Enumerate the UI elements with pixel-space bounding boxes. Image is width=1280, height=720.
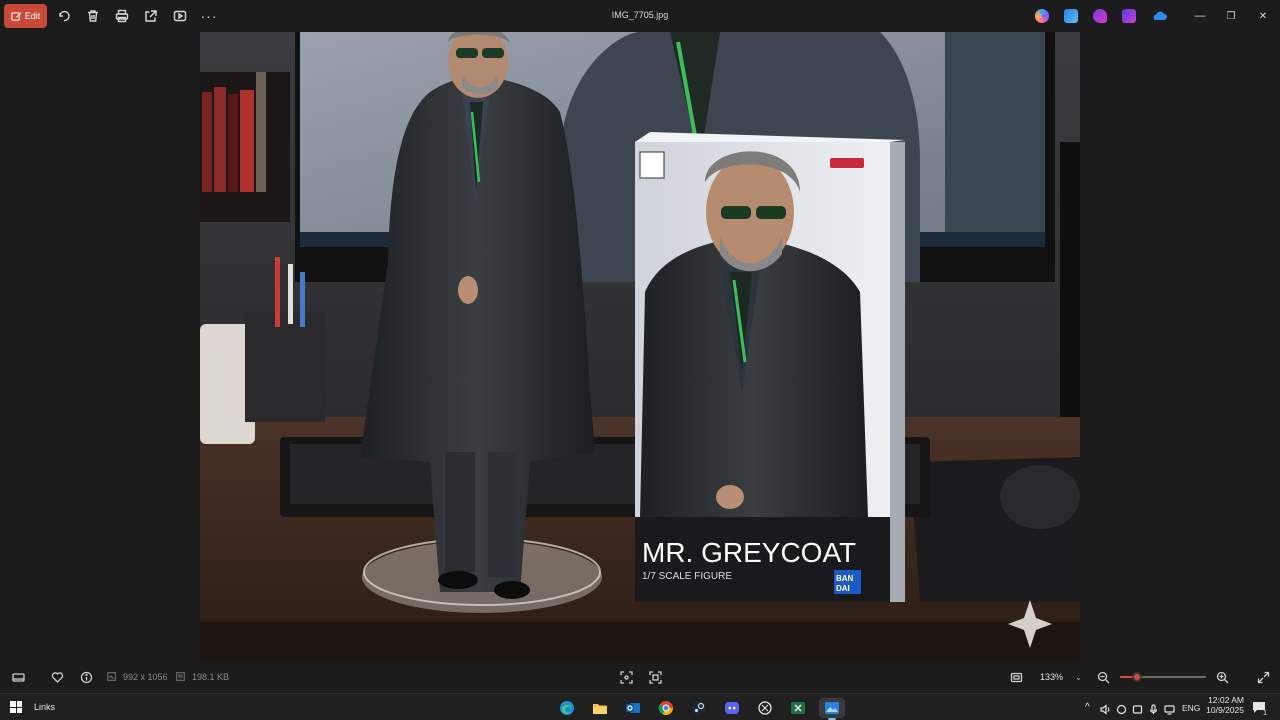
steam-icon[interactable] (689, 698, 709, 718)
share-icon[interactable] (143, 8, 159, 24)
minimize-button[interactable]: — (1190, 6, 1210, 26)
more-icon[interactable]: ··· (201, 8, 217, 24)
expand-icon[interactable] (1256, 670, 1270, 684)
outlook-icon[interactable] (623, 698, 643, 718)
maximize-glyph: ❐ (1226, 10, 1236, 22)
rotate-icon[interactable] (56, 8, 72, 24)
taskbar: Links ^ ENG 12:02 AM 10/9/2025 1 (0, 693, 1280, 720)
photo-viewport[interactable]: MR. GREYCOAT 1/7 SCALE FIGURE BAN DAI (200, 32, 1080, 661)
excel-icon[interactable] (788, 698, 808, 718)
photos-editor-icon[interactable] (1064, 9, 1078, 23)
notification-badge: 1 (1262, 710, 1268, 717)
start-button[interactable] (10, 701, 22, 713)
notifications-icon[interactable]: 1 (1252, 701, 1268, 717)
zoom-value: 133% (1040, 672, 1064, 682)
security-icon[interactable] (1116, 702, 1127, 715)
edit-icon (11, 11, 22, 21)
dimensions-icon (106, 671, 117, 682)
image-dimensions: 992 x 1056 (123, 672, 168, 682)
microphone-icon[interactable] (1148, 702, 1159, 714)
favorite-icon[interactable] (50, 670, 64, 684)
brand-logo-2: DAI (836, 584, 850, 593)
show-hidden-icons[interactable]: ^ (1085, 702, 1090, 713)
zoom-in-icon[interactable] (1215, 670, 1229, 684)
box-title-text: MR. GREYCOAT (642, 537, 856, 568)
zoom-slider[interactable] (1120, 672, 1206, 682)
more-label: ··· (200, 8, 218, 24)
language-indicator[interactable]: ENG (1182, 703, 1200, 713)
chevron-down-icon: ⌄ (1075, 672, 1082, 682)
clock-time: 12:02 AM (1208, 695, 1244, 705)
zoom-out-icon[interactable] (1096, 670, 1110, 684)
file-size: 198.1 KB (192, 672, 230, 682)
edit-button[interactable]: Edit (4, 4, 47, 28)
file-explorer-icon[interactable] (590, 698, 610, 718)
photos-icon[interactable] (819, 698, 845, 720)
speaker-icon[interactable] (1100, 702, 1111, 715)
print-icon[interactable] (114, 8, 130, 24)
slideshow-icon[interactable] (172, 8, 188, 24)
filesize-icon (175, 671, 186, 682)
chrome-icon[interactable] (656, 698, 676, 718)
clock[interactable]: 12:02 AM 10/9/2025 (1204, 695, 1244, 715)
photo-image: MR. GREYCOAT 1/7 SCALE FIGURE BAN DAI (200, 32, 1080, 661)
minimize-glyph: — (1194, 10, 1206, 22)
crop-select-icon[interactable] (648, 670, 662, 684)
bottom-toolbar: 992 x 1056 198.1 KB (0, 661, 1280, 693)
vpn-icon[interactable] (1132, 702, 1143, 714)
box-subtitle-text: 1/7 SCALE FIGURE (642, 571, 732, 582)
file-name-title: IMG_7705.jpg (611, 10, 669, 20)
clock-date: 10/9/2025 (1206, 705, 1244, 715)
edit-label: Edit (24, 11, 41, 21)
close-button[interactable]: ✕ (1253, 6, 1273, 26)
designer-icon[interactable] (1122, 9, 1136, 23)
filmstrip-icon[interactable] (11, 670, 25, 684)
info-icon[interactable] (79, 670, 93, 684)
edge-icon[interactable] (557, 698, 577, 718)
clipchamp-icon[interactable] (1093, 9, 1107, 23)
close-glyph: ✕ (1258, 10, 1268, 22)
links-toolbar[interactable]: Links (34, 702, 55, 712)
copilot-icon[interactable] (1035, 9, 1049, 23)
delete-icon[interactable] (85, 8, 101, 24)
top-toolbar: Edit ··· IMG_7705.jpg — ❐ ✕ (0, 0, 1280, 32)
maximize-button[interactable]: ❐ (1221, 6, 1241, 26)
zoom-dropdown[interactable]: 133% ⌄ (1036, 668, 1086, 686)
fit-to-window-icon[interactable] (619, 670, 633, 684)
network-icon[interactable] (1164, 702, 1175, 715)
chatgpt-icon[interactable] (755, 698, 775, 718)
fullscreen-fit-icon[interactable] (1009, 670, 1023, 684)
discord-icon[interactable] (722, 698, 742, 718)
brand-logo: BAN (836, 574, 854, 583)
onedrive-icon[interactable] (1151, 9, 1167, 23)
